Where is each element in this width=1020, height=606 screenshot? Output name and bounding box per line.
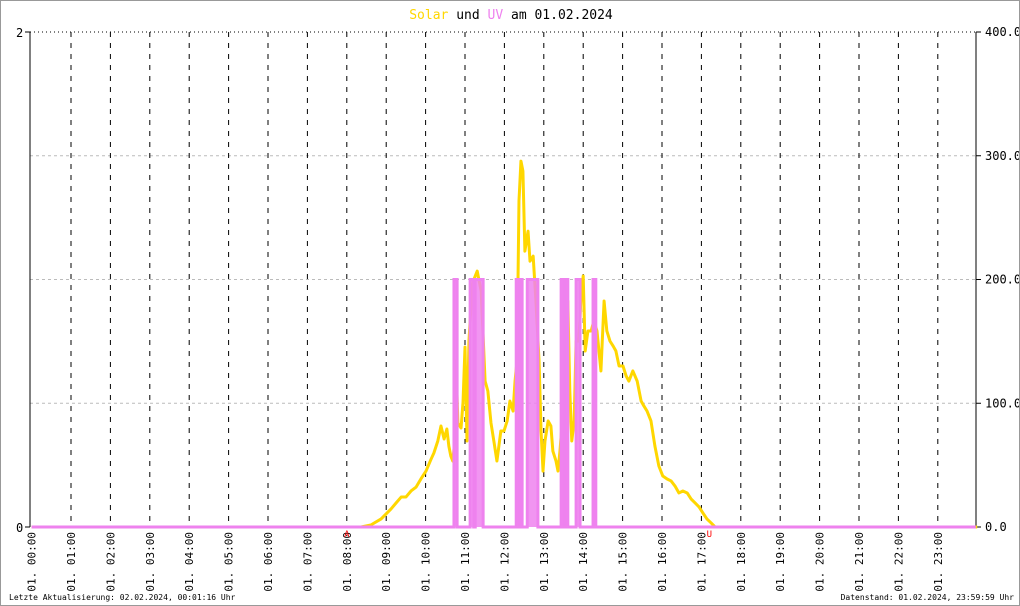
x-axis-tick-label: 01. 00:00 <box>26 532 39 592</box>
data-state-text: Datenstand: 01.02.2024, 23:59:59 Uhr <box>840 593 1014 602</box>
right-axis-label: 0.0 <box>985 520 1007 534</box>
uv-bar <box>561 279 564 527</box>
uv-bar <box>453 279 458 527</box>
right-axis-label: 100.0 <box>985 396 1020 410</box>
x-axis-tick-label: 01. 13:00 <box>538 532 551 592</box>
chart-container: Solar und UV am 01.02.2024 0.0 100.0 200.0… <box>0 0 1020 606</box>
right-axis-label: 200.0 <box>985 273 1020 287</box>
x-axis-tick-label: 01. 23:00 <box>932 532 945 592</box>
uv-bar <box>470 279 474 527</box>
x-axis-tick-label: 01. 19:00 <box>774 532 787 592</box>
uv-bar <box>565 279 568 527</box>
x-axis-tick-label: 01. 10:00 <box>420 532 433 592</box>
right-axis-label: 300.0 <box>985 149 1020 163</box>
x-axis-tick-label: 01. 14:00 <box>577 532 590 592</box>
sun-marker-u: U <box>707 530 712 540</box>
sun-marker-a: A <box>344 530 350 540</box>
x-axis-tick-label: 01. 21:00 <box>853 532 866 592</box>
title-und: und <box>456 8 479 23</box>
last-update-text: Letzte Aktualisierung: 02.02.2024, 00:01… <box>9 593 236 602</box>
left-axis-label: 0 <box>16 521 23 535</box>
left-axis-label: 2 <box>16 26 23 40</box>
x-axis-tick-label: 01. 01:00 <box>65 532 78 592</box>
uv-bar <box>576 279 581 527</box>
x-axis-tick-label: 01. 11:00 <box>459 532 472 592</box>
x-axis-tick-label: 01. 06:00 <box>262 532 275 592</box>
x-axis-tick-label: 01. 20:00 <box>814 532 827 592</box>
uv-bar <box>593 279 596 527</box>
x-axis-tick-label: 01. 05:00 <box>223 532 236 592</box>
x-axis-tick-label: 01. 09:00 <box>380 532 393 592</box>
solar-uv-chart: Solar und UV am 01.02.2024 0.0 100.0 200.0… <box>16 8 1020 592</box>
x-axis-tick-label: 01. 03:00 <box>144 532 157 592</box>
x-axis-tick-label: 01. 12:00 <box>498 532 511 592</box>
x-axis-tick-label: 01. 18:00 <box>735 532 748 592</box>
uv-bar <box>516 279 519 527</box>
title-date: am 01.02.2024 <box>511 8 613 23</box>
x-axis-tick-label: 01. 15:00 <box>617 532 630 592</box>
title-solar: Solar <box>409 8 448 23</box>
x-axis-tick-label: 01. 17:00 <box>695 532 708 592</box>
right-axis-label: 400.0 <box>985 25 1020 39</box>
x-axis-tick-label: 01. 07:00 <box>301 532 314 592</box>
uv-bar <box>475 279 484 527</box>
x-axis-tick-label: 01. 02:00 <box>104 532 117 592</box>
x-axis-tick-label: 01. 08:00 <box>341 532 354 592</box>
chart-title: Solar und UV am 01.02.2024 <box>409 8 613 23</box>
x-axis-tick-label: 01. 22:00 <box>892 532 905 592</box>
uv-bar <box>527 279 538 527</box>
x-axis-tick-label: 01. 04:00 <box>183 532 196 592</box>
x-axis-tick-label: 01. 16:00 <box>656 532 669 592</box>
uv-bar <box>519 279 523 527</box>
title-uv: UV <box>488 8 504 23</box>
